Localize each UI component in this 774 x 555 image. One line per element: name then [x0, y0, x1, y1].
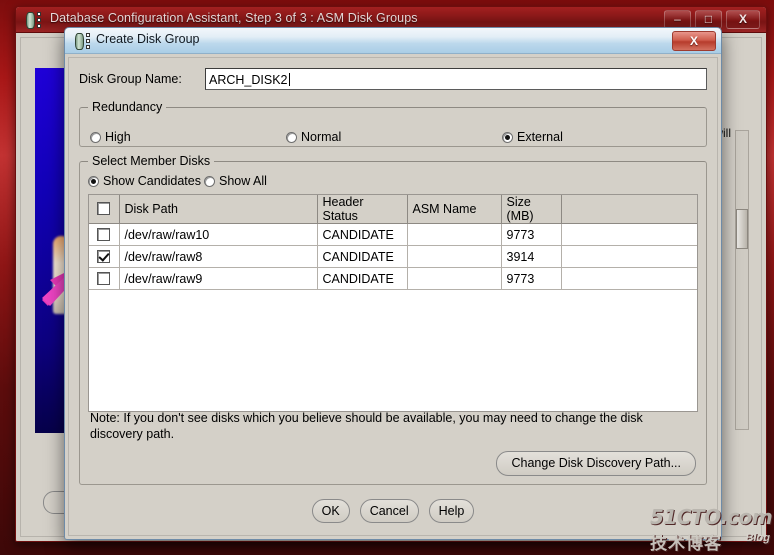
disk-group-name-row: Disk Group Name: ARCH_DISK2 — [79, 68, 707, 92]
database-icon — [75, 33, 90, 50]
cell-disk-path: /dev/raw/raw10 — [119, 223, 318, 246]
cancel-button[interactable]: Cancel — [359, 499, 419, 523]
column-header-filler — [561, 195, 697, 224]
dbca-scrollbar[interactable] — [735, 130, 749, 430]
row-checkbox-cell[interactable] — [89, 245, 120, 268]
row-checkbox-cell[interactable] — [89, 267, 120, 290]
disks-table-container[interactable]: Disk Path Header Status ASM Name Size (M… — [88, 194, 698, 412]
radio-redundancy-normal[interactable]: Normal — [286, 130, 341, 144]
select-member-disks-group: Select Member Disks Show Candidates Show… — [79, 154, 707, 485]
redundancy-legend: Redundancy — [92, 100, 163, 114]
dialog-title-bar[interactable]: Create Disk Group X — [65, 28, 721, 54]
column-header-header-status[interactable]: Header Status — [317, 195, 408, 224]
column-header-disk-path[interactable]: Disk Path — [119, 195, 318, 224]
dbca-window-title: Database Configuration Assistant, Step 3… — [50, 11, 418, 25]
radio-show-all[interactable]: Show All — [204, 174, 267, 188]
disk-group-name-label: Disk Group Name: — [79, 72, 182, 86]
cell-size-mb: 9773 — [501, 267, 562, 290]
select-all-header[interactable] — [89, 195, 120, 224]
radio-show-candidates[interactable]: Show Candidates — [88, 174, 201, 188]
dialog-close-button[interactable]: X — [672, 31, 716, 51]
cell-header-status: CANDIDATE — [317, 267, 408, 290]
cell-size-mb: 9773 — [501, 223, 562, 246]
table-header-row: Disk Path Header Status ASM Name Size (M… — [89, 195, 697, 224]
text-caret — [288, 73, 290, 86]
select-member-disks-legend: Select Member Disks — [92, 154, 211, 168]
radio-dot-icon — [204, 175, 215, 187]
create-disk-group-dialog: Create Disk Group X Disk Group Name: ARC… — [64, 27, 722, 540]
radio-dot-icon — [286, 131, 297, 143]
table-row[interactable]: /dev/raw/raw8 CANDIDATE 3914 — [89, 245, 697, 268]
radio-dot-icon — [90, 131, 101, 143]
cell-asm-name — [407, 267, 502, 290]
redundancy-group: Redundancy High Normal External — [79, 100, 707, 147]
cell-filler — [561, 267, 697, 290]
column-header-asm-name[interactable]: ASM Name — [407, 195, 502, 224]
cell-disk-path: /dev/raw/raw9 — [119, 267, 318, 290]
radio-label: External — [517, 130, 563, 144]
cell-header-status: CANDIDATE — [317, 223, 408, 246]
cell-asm-name — [407, 245, 502, 268]
disk-discovery-note: Note: If you don't see disks which you b… — [90, 411, 643, 441]
radio-redundancy-high[interactable]: High — [90, 130, 131, 144]
cell-filler — [561, 245, 697, 268]
column-header-size-mb[interactable]: Size (MB) — [501, 195, 562, 224]
dialog-title: Create Disk Group — [96, 32, 200, 46]
close-button[interactable]: X — [726, 10, 760, 29]
scrollbar-thumb[interactable] — [736, 209, 748, 249]
dialog-button-bar: OK Cancel Help — [69, 499, 717, 523]
checkbox-icon[interactable] — [97, 227, 111, 241]
dialog-body: Disk Group Name: ARCH_DISK2 Redundancy H… — [68, 57, 718, 536]
disks-table: Disk Path Header Status ASM Name Size (M… — [89, 195, 697, 290]
radio-label: Show Candidates — [103, 174, 201, 188]
cell-disk-path: /dev/raw/raw8 — [119, 245, 318, 268]
ok-button[interactable]: OK — [311, 499, 350, 523]
radio-redundancy-external[interactable]: External — [502, 130, 563, 144]
radio-dot-icon — [88, 175, 99, 187]
change-disk-discovery-path-button[interactable]: Change Disk Discovery Path... — [496, 451, 696, 476]
checkbox-icon[interactable] — [97, 202, 111, 215]
radio-label: Normal — [301, 130, 342, 144]
radio-label: Show All — [219, 174, 267, 188]
cell-filler — [561, 223, 697, 246]
database-icon — [26, 12, 41, 29]
checkbox-icon[interactable] — [97, 249, 111, 263]
radio-label: High — [105, 130, 131, 144]
table-row[interactable]: /dev/raw/raw9 CANDIDATE 9773 — [89, 267, 697, 290]
help-button[interactable]: Help — [428, 499, 475, 523]
checkbox-icon[interactable] — [97, 271, 111, 285]
table-row[interactable]: /dev/raw/raw10 CANDIDATE 9773 — [89, 223, 697, 246]
radio-dot-icon — [502, 131, 513, 143]
cell-size-mb: 3914 — [501, 245, 562, 268]
cell-asm-name — [407, 223, 502, 246]
disk-group-name-value: ARCH_DISK2 — [209, 73, 288, 87]
disk-group-name-input[interactable]: ARCH_DISK2 — [205, 68, 707, 90]
cell-header-status: CANDIDATE — [317, 245, 408, 268]
row-checkbox-cell[interactable] — [89, 223, 120, 246]
